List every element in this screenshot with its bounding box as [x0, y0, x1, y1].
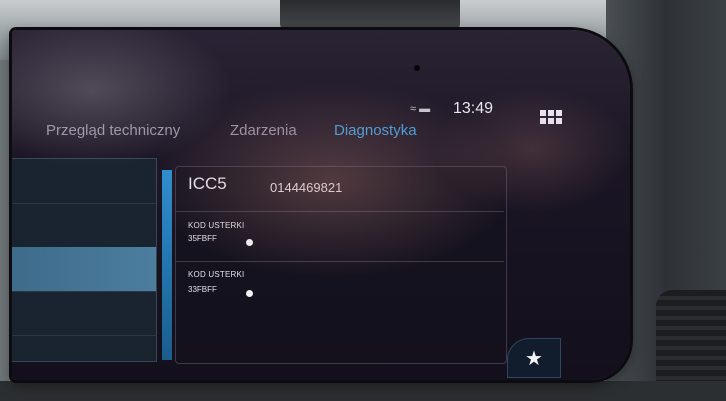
battery-icon: ▬ — [419, 103, 431, 115]
list-item[interactable] — [12, 203, 156, 248]
fault-code[interactable]: 33FBFF — [188, 285, 217, 294]
fault-code[interactable]: 35FBFF — [188, 234, 217, 243]
module-id: 0144469821 — [270, 180, 343, 195]
star-icon: ★ — [525, 347, 543, 370]
divider — [176, 211, 504, 212]
camera-icon — [414, 65, 420, 71]
scroll-accent-bar — [162, 170, 172, 360]
favorite-button[interactable]: ★ — [507, 338, 561, 378]
tab-przeglad-techniczny[interactable]: Przegląd techniczny — [46, 122, 180, 139]
list-item[interactable] — [12, 159, 156, 204]
fault-label: KOD USTERKI — [188, 221, 245, 230]
module-title: ICC5 — [188, 174, 227, 193]
diagnostic-card — [175, 166, 507, 364]
infotainment-screen: ≈ ▬ 13:49 Przegląd techniczny Zdarzenia … — [12, 30, 630, 380]
clock: 13:49 — [453, 100, 494, 117]
fault-label: KOD USTERKI — [188, 270, 245, 279]
tab-zdarzenia[interactable]: Zdarzenia — [230, 122, 297, 139]
divider — [176, 261, 504, 262]
menu-grid-button[interactable] — [540, 110, 562, 124]
status-dot-icon — [246, 290, 253, 297]
list-item[interactable] — [12, 291, 156, 336]
car-dashboard-bottom — [0, 381, 726, 401]
wifi-icon: ≈ — [410, 103, 417, 115]
status-icons: ≈ ▬ — [410, 103, 430, 115]
status-dot-icon — [246, 239, 253, 246]
grid-icon — [540, 110, 546, 116]
list-item-selected[interactable] — [12, 247, 156, 292]
tab-diagnostyka[interactable]: Diagnostyka — [334, 122, 417, 139]
side-list — [12, 158, 157, 362]
